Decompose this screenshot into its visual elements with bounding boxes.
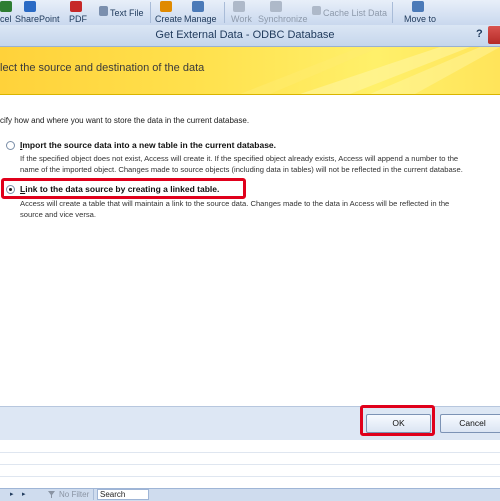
text-file-icon xyxy=(99,6,108,16)
link-desc-line1: Access will create a table that will mai… xyxy=(20,199,450,208)
close-button[interactable] xyxy=(488,26,500,44)
search-input[interactable]: Search xyxy=(97,489,149,500)
cancel-button[interactable]: Cancel xyxy=(440,414,500,433)
ribbon-excel[interactable]: cel xyxy=(0,14,12,24)
dialog-header: lect the source and destination of the d… xyxy=(0,47,500,95)
sharepoint-icon xyxy=(24,1,36,12)
excel-icon xyxy=(0,1,12,12)
ribbon-create[interactable]: Create xyxy=(155,14,182,24)
intro-text: cify how and where you want to store the… xyxy=(0,116,250,125)
import-label-text: mport the source data into a new table i… xyxy=(22,140,277,150)
ribbon-strip: cel SharePoint PDF Text File Create Mana… xyxy=(0,0,500,26)
ribbon-work-offline[interactable]: Work xyxy=(231,14,252,24)
ribbon-move-to[interactable]: Move to xyxy=(404,14,436,24)
ribbon-cache-list-data[interactable]: Cache List Data xyxy=(323,8,387,18)
record-navigation-bar: ▸ ▸ No Filter Search xyxy=(0,488,500,501)
create-icon xyxy=(160,1,172,12)
help-button[interactable]: ? xyxy=(476,28,483,40)
move-to-icon xyxy=(412,1,424,12)
import-desc-line2: name of the imported object. Changes mad… xyxy=(20,165,463,174)
import-desc-line1: If the specified object does not exist, … xyxy=(20,154,459,163)
ribbon-manage[interactable]: Manage xyxy=(184,14,217,24)
last-record-icon[interactable]: ▸ xyxy=(22,490,26,498)
ribbon-synchronize[interactable]: Synchronize xyxy=(258,14,308,24)
ribbon-separator xyxy=(224,2,225,23)
funnel-icon xyxy=(48,491,55,498)
no-filter-indicator[interactable]: No Filter xyxy=(45,489,95,500)
link-option-highlight xyxy=(1,178,246,199)
grid-line xyxy=(0,464,500,465)
pdf-icon xyxy=(70,1,82,12)
ribbon-separator xyxy=(392,2,393,23)
datasheet-background xyxy=(0,440,500,488)
dialog-body: cify how and where you want to store the… xyxy=(0,95,500,406)
ribbon-pdf[interactable]: PDF xyxy=(69,14,87,24)
ribbon-separator xyxy=(150,2,151,23)
manage-icon xyxy=(192,1,204,12)
grid-line xyxy=(0,452,500,453)
no-filter-label: No Filter xyxy=(59,490,90,499)
ok-button-highlight xyxy=(360,405,435,436)
ribbon-text-file[interactable]: Text File xyxy=(110,8,144,18)
import-radio[interactable] xyxy=(6,141,15,150)
header-ray-graphic xyxy=(240,47,500,94)
ribbon-sharepoint[interactable]: SharePoint xyxy=(15,14,60,24)
dialog-title: Get External Data - ODBC Database xyxy=(155,29,335,41)
header-subtitle: lect the source and destination of the d… xyxy=(0,62,205,74)
grid-line xyxy=(0,476,500,477)
next-record-icon[interactable]: ▸ xyxy=(10,490,14,498)
dialog-title-bar: Get External Data - ODBC Database ? xyxy=(0,25,500,47)
import-option-label[interactable]: Import the source data into a new table … xyxy=(20,140,276,150)
work-offline-icon xyxy=(233,1,245,12)
link-desc-line2: source and vice versa. xyxy=(20,210,96,219)
synchronize-icon xyxy=(270,1,282,12)
cache-list-icon xyxy=(312,6,321,15)
